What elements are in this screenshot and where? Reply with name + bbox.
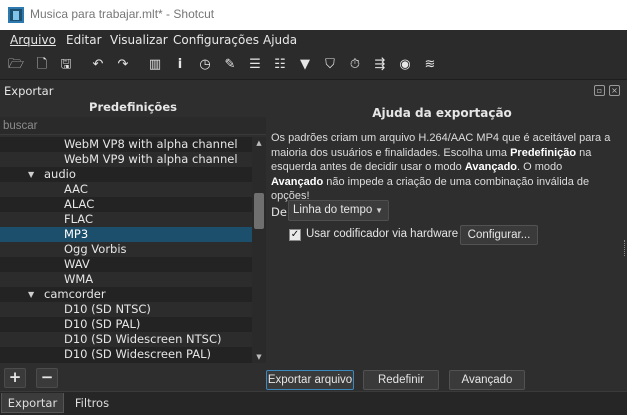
expand-arrow-icon[interactable]: ▼ [28,287,34,302]
menu-editar[interactable]: Editar [66,33,102,47]
bottom-tab-bar: Exportar Filtros [0,391,627,415]
float-dock-icon[interactable]: ▫ [594,85,605,96]
undo-icon[interactable]: ↶ [89,56,107,74]
export-file-button[interactable]: Exportar arquivo [266,370,354,390]
tab-export[interactable]: Exportar [1,393,64,413]
playlist-icon[interactable]: ☰ [246,56,264,74]
presets-tree[interactable]: WebM VP8 with alpha channel WebM VP9 with… [0,137,252,363]
tree-label: WAV [64,257,90,271]
dock-title: Exportar [4,84,54,98]
help-text-part: . O modo [517,161,563,173]
help-bold-advanced: Avançado [464,161,518,173]
tree-group[interactable]: ▼ camcorder [0,287,252,302]
tree-label: camcorder [44,287,106,301]
redo-icon[interactable]: ↷ [114,56,132,74]
source-value: Linha do tempo [293,204,373,216]
tree-label: MP3 [64,227,89,241]
menu-ajuda[interactable]: Ajuda [263,33,297,47]
preset-item[interactable]: D10 (SD PAL) [0,317,252,332]
preset-item[interactable]: WebM VP9 with alpha channel [0,152,252,167]
tree-label: D10 (SD Widescreen NTSC) [64,332,222,346]
preset-item[interactable]: Ogg Vorbis [0,242,252,257]
preset-item[interactable]: WMA [0,272,252,287]
close-dock-icon[interactable]: × [609,85,620,96]
tree-label: audio [44,167,76,181]
tree-label: D10 (SD Widescreen PAL) [64,347,211,361]
save-icon[interactable]: 🖫 [57,56,75,74]
tab-filters[interactable]: Filtros [66,393,118,413]
configure-button[interactable]: Configurar... [460,225,538,245]
tree-label: FLAC [64,212,93,226]
scroll-up-icon[interactable]: ▲ [252,137,266,149]
peak-meter-icon[interactable]: ▥ [146,56,164,74]
tree-label: WebM VP9 with alpha channel [64,152,238,166]
open-other-icon[interactable]: 🗋 [33,56,51,74]
jobs-icon[interactable]: ≋ [421,56,439,74]
reset-button[interactable]: Redefinir [363,370,439,390]
add-preset-button[interactable]: + [4,368,26,388]
title-bar: Musica para trabajar.mlt* - Shotcut [0,0,627,30]
export-dock-header: Exportar ▫ × [0,82,627,100]
shotcut-logo-icon [8,7,24,23]
help-bold-preset: Predefinição [510,146,577,159]
tree-label: D10 (SD NTSC) [64,302,151,316]
history-icon[interactable]: ⇶ [371,56,389,74]
hardware-encoder-checkbox[interactable]: ✓ [289,229,301,241]
preset-item[interactable]: D10 (SD Widescreen PAL) [0,347,252,362]
export-icon[interactable]: ◉ [396,56,414,74]
remove-preset-button[interactable]: − [36,368,58,388]
help-bold-advanced: Avançado [271,175,324,188]
preset-item[interactable]: MP3 [0,227,252,242]
tree-label: WMA [64,272,94,286]
markers-icon[interactable]: ⛉ [321,56,339,74]
menu-configuracoes[interactable]: Configurações [173,33,259,47]
preset-item[interactable]: WebM VP8 with alpha channel [0,137,252,152]
resize-grip[interactable] [624,240,626,256]
presets-scrollbar[interactable]: ▲ ▼ [252,137,266,363]
tree-label: Ogg Vorbis [64,242,127,256]
tree-group[interactable]: ▼ audio [0,167,252,182]
scroll-thumb[interactable] [254,193,264,229]
advanced-button[interactable]: Avançado [449,370,525,390]
preset-item[interactable]: ALAC [0,197,252,212]
preset-item[interactable]: AAC [0,182,252,197]
help-title: Ajuda da exportação [372,106,512,120]
open-file-icon[interactable]: 🗁 [7,56,25,74]
preset-item[interactable]: FLAC [0,212,252,227]
keyframes-icon[interactable]: ⏱ [346,56,364,74]
timeline-icon[interactable]: ☷ [271,56,289,74]
expand-arrow-icon[interactable]: ▼ [28,167,34,182]
tree-label: AAC [64,182,88,196]
menu-arquivo[interactable]: Arquivo [10,33,56,47]
recent-icon[interactable]: ◷ [196,56,214,74]
source-select[interactable]: Linha do tempo ▼ [288,200,389,221]
scroll-down-icon[interactable]: ▼ [252,351,266,363]
menu-visualizar[interactable]: Visualizar [110,33,168,47]
help-text: Os padrões criam um arquivo H.264/AAC MP… [271,131,615,204]
presets-header: Predefinições [89,100,177,114]
notes-icon[interactable]: ✎ [221,56,239,74]
presets-search-input[interactable]: buscar [0,117,266,135]
window-title: Musica para trabajar.mlt* - Shotcut [30,7,215,21]
chevron-down-icon: ▼ [375,206,383,215]
filters-icon[interactable]: ▼ [296,56,314,74]
preset-item[interactable]: D10 (SD NTSC) [0,302,252,317]
preset-item[interactable]: WAV [0,257,252,272]
main-toolbar: 🗁 🗋 🖫 ↶ ↷ ▥ i ◷ ✎ ☰ ☷ ▼ ⛉ ⏱ ⇶ ◉ ≋ [0,50,627,80]
menu-bar: Arquivo Editar Visualizar Configurações … [0,30,627,50]
tree-label: ALAC [64,197,95,211]
source-label: De [271,205,287,219]
tree-label: D10 (SD PAL) [64,317,141,331]
hardware-encoder-label: Usar codificador via hardware [306,228,459,240]
preset-item[interactable]: D10 (SD Widescreen NTSC) [0,332,252,347]
properties-icon[interactable]: i [171,56,189,74]
tree-label: WebM VP8 with alpha channel [64,137,238,151]
